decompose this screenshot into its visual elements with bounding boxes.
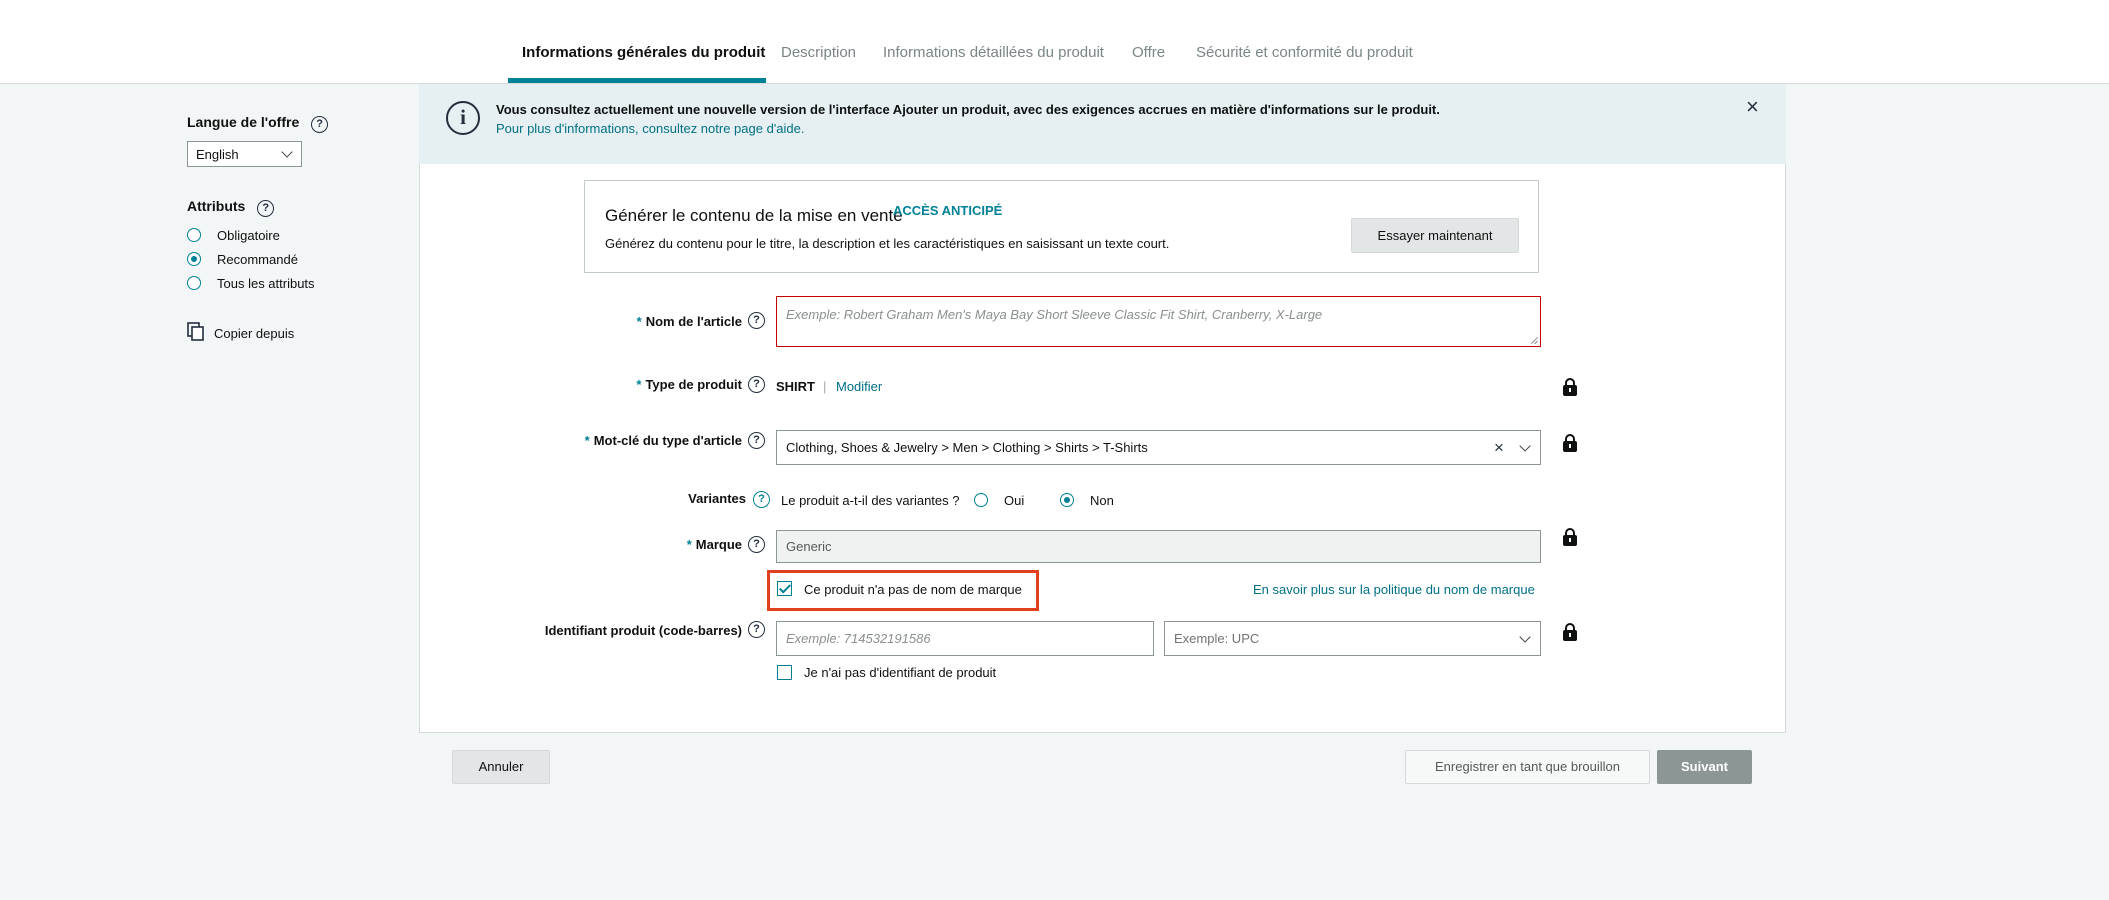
cancel-button[interactable]: Annuler [452,750,550,784]
brand-value: Generic [786,539,832,554]
close-icon[interactable]: × [1746,96,1759,118]
copy-from-link[interactable]: Copier depuis [214,326,294,341]
language-title: Langue de l'offre ? [187,114,329,133]
lock-icon [1563,528,1577,546]
copy-icon[interactable] [187,322,207,342]
tab-detailed-info[interactable]: Informations détaillées du produit [883,44,1104,61]
info-icon: i [446,101,480,135]
help-icon[interactable]: ? [753,491,770,508]
radio-all-attributes-label[interactable]: Tous les attributs [217,276,315,291]
language-select[interactable]: English [187,141,302,167]
barcode-type-select[interactable]: Exemple: UPC [1164,621,1541,656]
tab-safety-compliance[interactable]: Sécurité et conformité du produit [1196,44,1413,61]
product-type-label-text: Type de produit [645,377,742,392]
attributes-title: Attributs ? [187,198,275,217]
item-name-input[interactable]: Exemple: Robert Graham Men's Maya Bay Sh… [776,296,1541,347]
variants-no-label[interactable]: Non [1090,493,1114,508]
variants-question: Le produit a-t-il des variantes ? [781,493,960,508]
help-icon[interactable]: ? [748,432,765,449]
top-tab-bar: Informations générales du produit Descri… [0,0,2109,84]
keyword-select[interactable]: Clothing, Shoes & Jewelry > Men > Clothi… [776,430,1541,465]
help-icon[interactable]: ? [748,536,765,553]
radio-required[interactable] [187,228,201,242]
barcode-input[interactable]: Exemple: 714532191586 [776,621,1154,656]
product-type-value: SHIRT [776,379,815,394]
banner-message: Vous consultez actuellement une nouvelle… [496,102,1440,117]
tab-offer[interactable]: Offre [1132,44,1165,61]
chevron-down-icon[interactable] [1519,631,1531,643]
help-icon[interactable]: ? [748,312,765,329]
next-button[interactable]: Suivant [1657,750,1752,784]
help-icon[interactable]: ? [311,116,329,133]
chevron-down-icon[interactable] [1519,440,1531,452]
barcode-type-placeholder: Exemple: UPC [1174,631,1260,646]
no-product-id-label[interactable]: Je n'ai pas d'identifiant de produit [804,665,996,680]
no-product-id-checkbox[interactable] [777,665,792,680]
variants-label: Variantes [688,491,746,506]
required-mark: * [584,433,590,448]
item-name-label-text: Nom de l'article [645,314,742,329]
resize-handle[interactable] [1530,336,1538,344]
try-now-button[interactable]: Essayer maintenant [1351,218,1519,253]
radio-all-attributes[interactable] [187,276,201,290]
tab-general-info[interactable]: Informations générales du produit [522,44,765,61]
lock-icon [1563,623,1577,641]
keyword-label-text: Mot-clé du type d'article [593,433,742,448]
lock-icon [1563,378,1577,396]
generator-title: Générer le contenu de la mise en vente [605,206,903,225]
required-mark: * [636,377,642,392]
banner-help-link[interactable]: Pour plus d'informations, consultez notr… [496,121,804,136]
brand-policy-link[interactable]: En savoir plus sur la politique du nom d… [1253,582,1535,597]
separator: | [823,379,827,394]
brand-input: Generic [776,530,1541,563]
brand-label: * Marque [687,537,742,552]
active-tab-indicator [508,78,766,83]
chevron-down-icon [281,146,293,158]
modify-product-type-link[interactable]: Modifier [836,379,882,394]
item-name-label: * Nom de l'article [637,314,742,329]
product-type-label: * Type de produit [636,377,742,392]
item-name-placeholder: Exemple: Robert Graham Men's Maya Bay Sh… [786,307,1323,322]
variants-no-radio[interactable] [1060,493,1074,507]
required-mark: * [636,314,642,329]
help-icon[interactable]: ? [748,621,765,638]
variants-yes-label[interactable]: Oui [1004,493,1024,508]
barcode-placeholder: Exemple: 714532191586 [786,631,931,646]
keyword-label: * Mot-clé du type d'article [585,433,742,448]
keyword-value: Clothing, Shoes & Jewelry > Men > Clothi… [786,440,1148,455]
lock-icon [1563,434,1577,452]
clear-icon[interactable]: × [1494,431,1504,464]
generator-subtitle: Générez du contenu pour le titre, la des… [605,236,1170,251]
attributes-title-label: Attributs [187,198,246,214]
language-title-label: Langue de l'offre [187,114,300,130]
brand-label-text: Marque [695,537,742,552]
language-select-value: English [196,147,239,162]
no-brand-label[interactable]: Ce produit n'a pas de nom de marque [804,582,1022,597]
variants-yes-radio[interactable] [974,493,988,507]
radio-required-label[interactable]: Obligatoire [217,228,280,243]
barcode-label: Identifiant produit (code-barres) [544,623,742,638]
radio-recommended-label[interactable]: Recommandé [217,252,298,267]
required-mark: * [686,537,692,552]
save-draft-button[interactable]: Enregistrer en tant que brouillon [1405,750,1650,784]
help-icon[interactable]: ? [257,200,275,217]
help-icon[interactable]: ? [748,376,765,393]
radio-recommended[interactable] [187,252,201,266]
early-access-badge: ACCÈS ANTICIPÉ [893,203,1003,218]
tab-description[interactable]: Description [781,44,856,61]
no-brand-checkbox[interactable] [777,581,792,596]
